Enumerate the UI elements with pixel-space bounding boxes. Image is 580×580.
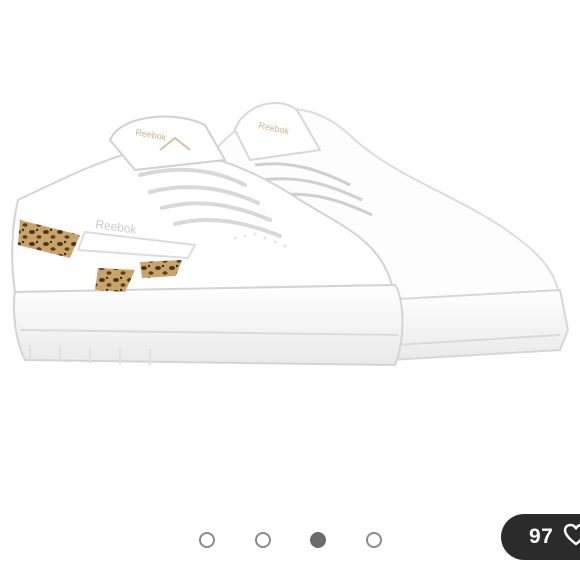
like-count: 97	[529, 525, 554, 548]
sneaker-pair-illustration: Reebok Reebok Reebok	[11, 102, 570, 367]
carousel-dot-1[interactable]	[199, 532, 215, 548]
heart-outline-icon	[563, 523, 580, 552]
image-carousel-dots	[0, 532, 580, 554]
carousel-dot-2[interactable]	[255, 532, 271, 548]
carousel-dot-3[interactable]	[310, 532, 326, 548]
like-button[interactable]: 97	[501, 514, 580, 560]
product-image[interactable]: Reebok Reebok Reebok	[0, 0, 580, 500]
carousel-dot-4[interactable]	[366, 532, 382, 548]
